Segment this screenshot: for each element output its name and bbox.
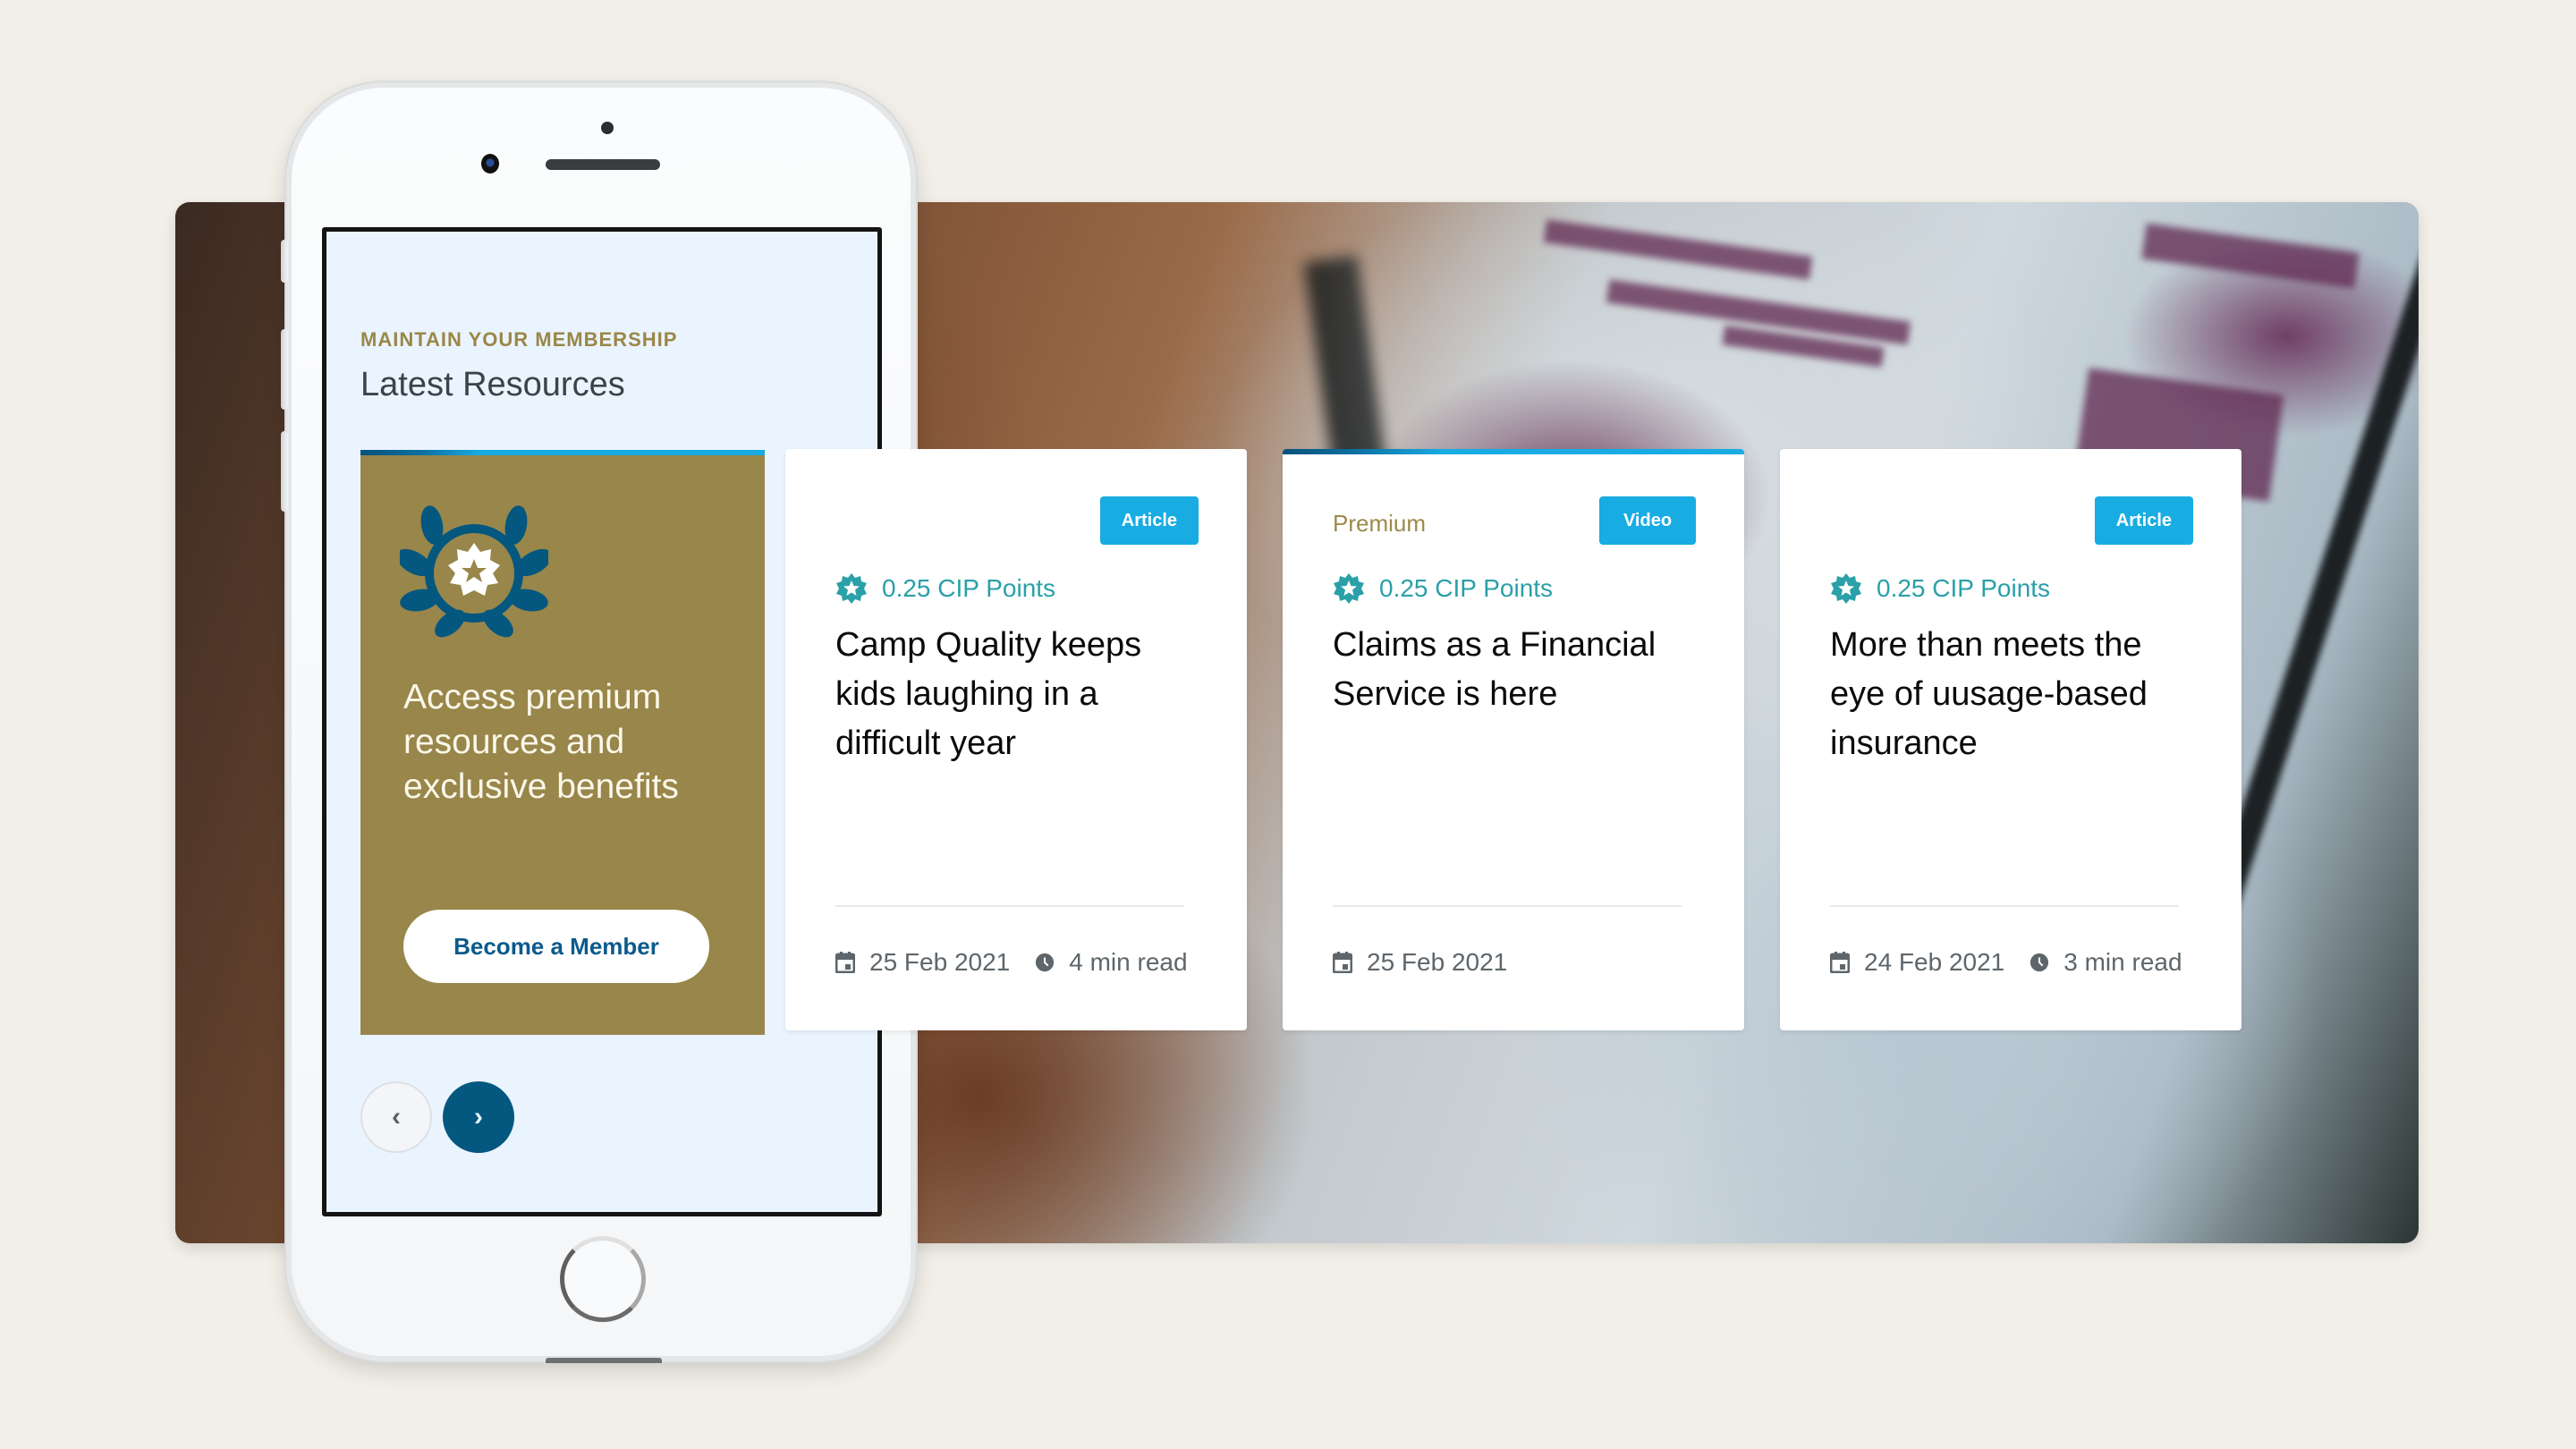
cip-points-label: 0.25 CIP Points <box>882 574 1056 602</box>
phone-volume-up <box>281 329 288 410</box>
laurel-badge-icon <box>400 505 548 638</box>
calendar-icon <box>1333 952 1352 973</box>
resource-read-time: 4 min read <box>1069 948 1188 976</box>
premium-label: Premium <box>1333 510 1427 537</box>
chevron-right-icon: › <box>474 1102 483 1131</box>
premium-membership-card: Access premium resources and exclusive b… <box>360 450 765 1035</box>
chevron-left-icon: ‹ <box>392 1102 401 1131</box>
phone-sensor <box>601 122 614 134</box>
card-divider <box>1830 905 2179 907</box>
resource-meta: 25 Feb 2021 <box>1333 948 1507 977</box>
cip-points: 0.25 CIP Points <box>835 572 1055 605</box>
phone-bottom-port <box>546 1358 662 1363</box>
photo-chart-stripe <box>2141 223 2360 289</box>
carousel-prev-button[interactable]: ‹ <box>360 1081 432 1153</box>
resource-meta: 25 Feb 2021 4 min read <box>835 948 1188 977</box>
clock-icon <box>2030 953 2049 972</box>
section-title: Latest Resources <box>360 366 625 403</box>
phone-speaker <box>546 159 660 170</box>
phone-side-button <box>281 240 288 283</box>
resource-card[interactable]: Article 0.25 CIP Points Camp Quality kee… <box>785 449 1247 1030</box>
content-type-badge: Video <box>1599 496 1696 545</box>
cip-badge-icon <box>836 573 867 604</box>
cip-badge-icon <box>1831 573 1861 604</box>
section-eyebrow: MAINTAIN YOUR MEMBERSHIP <box>360 328 678 351</box>
phone-volume-down <box>281 431 288 512</box>
phone-home-button <box>560 1236 646 1322</box>
card-accent-bar <box>1283 449 1744 454</box>
calendar-icon <box>1830 952 1850 973</box>
cip-points: 0.25 CIP Points <box>1333 572 1553 605</box>
resource-title[interactable]: Camp Quality keeps kids laughing in a di… <box>835 621 1211 768</box>
clock-icon <box>1036 953 1055 972</box>
resource-title[interactable]: More than meets the eye of uusage-based … <box>1830 621 2206 768</box>
resource-date: 25 Feb 2021 <box>1367 948 1508 976</box>
resource-date: 25 Feb 2021 <box>869 948 1011 976</box>
cip-points-label: 0.25 CIP Points <box>1379 574 1554 602</box>
resource-date: 24 Feb 2021 <box>1864 948 2005 976</box>
resource-card[interactable]: Premium Video 0.25 CIP Points Claims as … <box>1283 449 1744 1030</box>
photo-chart-stripe <box>1543 219 1813 280</box>
content-type-badge: Article <box>1099 496 1199 545</box>
cip-points-label: 0.25 CIP Points <box>1877 574 2051 602</box>
card-accent-bar <box>360 450 765 455</box>
resource-meta: 24 Feb 2021 3 min read <box>1830 948 2182 977</box>
premium-card-text: Access premium resources and exclusive b… <box>403 678 679 806</box>
card-divider <box>1333 905 1682 907</box>
resource-title[interactable]: Claims as a Financial Service is here <box>1333 621 1708 719</box>
resource-card[interactable]: Article 0.25 CIP Points More than meets … <box>1780 449 2241 1030</box>
cip-points: 0.25 CIP Points <box>1830 572 2050 605</box>
calendar-icon <box>835 952 855 973</box>
content-type-badge: Article <box>2094 496 2193 545</box>
carousel-next-button[interactable]: › <box>443 1081 514 1153</box>
phone-camera <box>481 154 499 174</box>
card-divider <box>835 905 1184 907</box>
cip-badge-icon <box>1334 573 1364 604</box>
resource-read-time: 3 min read <box>2063 948 2182 976</box>
become-member-button[interactable]: Become a Member <box>403 910 709 983</box>
